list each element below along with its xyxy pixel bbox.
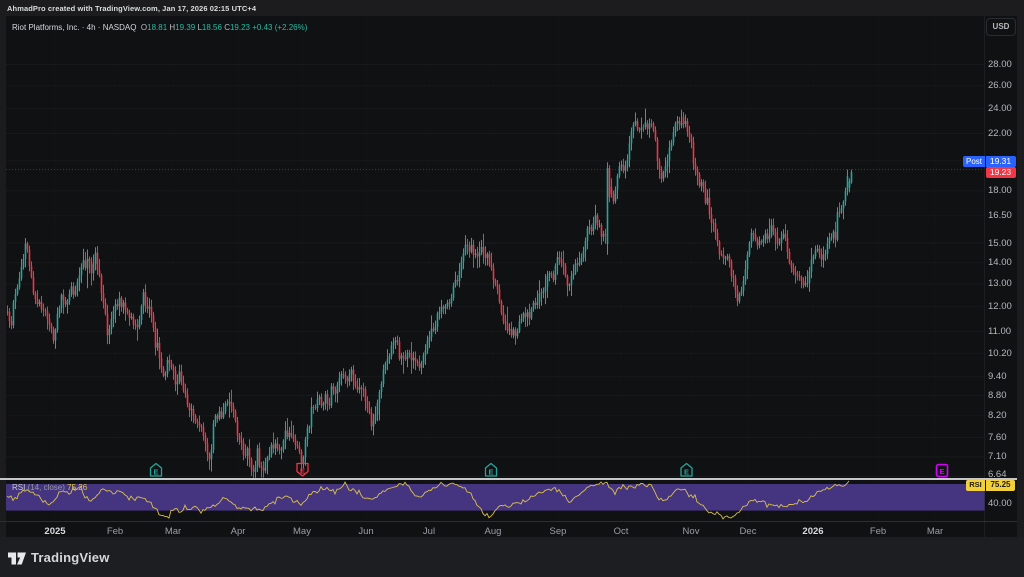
svg-text:E: E (939, 467, 944, 476)
svg-text:E: E (153, 467, 158, 476)
svg-text:E: E (684, 467, 689, 476)
svg-text:E: E (488, 467, 493, 476)
svg-text:E: E (300, 466, 305, 475)
